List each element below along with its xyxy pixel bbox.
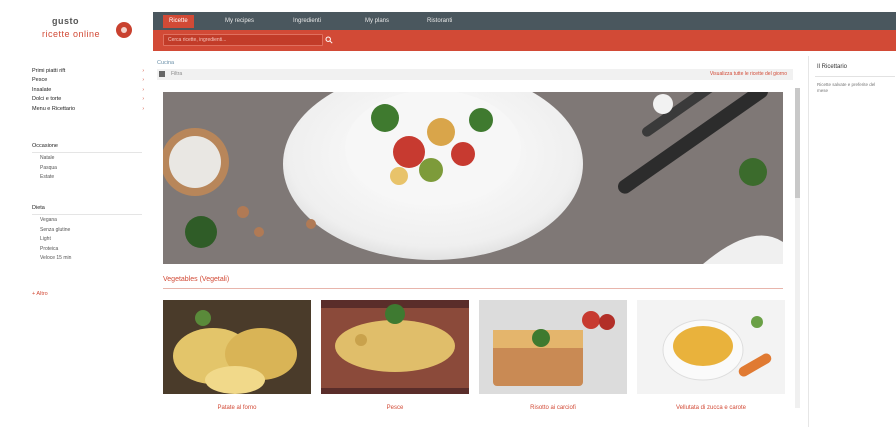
search-icon[interactable] (325, 36, 333, 44)
right-panel: Il Ricettario Ricette salvate e preferit… (808, 56, 896, 427)
sidebar-subitem[interactable]: Light (32, 236, 142, 246)
hero-image[interactable] (163, 92, 783, 264)
sidebar-section-diet: Dieta Vegana Senza glutine Light Proteic… (32, 205, 142, 265)
top-nav-bar: Ricette My recipes Ingredienti My plans … (153, 12, 896, 30)
recipe-card-caption[interactable]: Risotto ai carciofi (479, 404, 627, 412)
main-scrollbar[interactable] (795, 88, 800, 408)
recipe-card-image[interactable] (321, 300, 469, 394)
sidebar-more-link[interactable]: + Altro (32, 291, 48, 297)
section-divider (163, 288, 783, 289)
view-all-link[interactable]: Visualizza tutte le ricette del giorno (710, 71, 787, 77)
right-panel-title: Il Ricettario (817, 64, 848, 70)
tab-my-plans[interactable]: My plans (359, 15, 395, 28)
recipe-card[interactable]: Pesce (321, 300, 469, 412)
section-title: Vegetables (Vegetali) (163, 276, 230, 283)
tab-restaurants[interactable]: Ristoranti (421, 15, 458, 28)
recipe-card-caption[interactable]: Patate al forno (163, 404, 311, 412)
sidebar-subitem[interactable]: Senza glutine (32, 227, 142, 237)
recipe-card[interactable]: Patate al forno (163, 300, 311, 412)
recipe-card[interactable]: Risotto ai carciofi (479, 300, 627, 412)
sidebar-subitem[interactable]: Natale (32, 155, 142, 165)
sidebar-subitem[interactable]: Vegana (32, 217, 142, 227)
logo-bottom-text: ricette online (42, 29, 101, 39)
filter-label[interactable]: Filtra (171, 71, 182, 77)
recipe-card-image[interactable] (637, 300, 785, 394)
breadcrumb[interactable]: Cucina (157, 60, 174, 66)
sidebar-subitem[interactable]: Estate (32, 174, 142, 184)
sidebar-subitem[interactable]: Proteica (32, 246, 142, 256)
sidebar: gusto ricette online Primi piatti rift › … (0, 0, 150, 427)
sidebar-category-list: Primi piatti rift › Pesce › Insalate › Dolc… (32, 66, 144, 114)
recipe-card-image[interactable] (163, 300, 311, 394)
sidebar-section-title: Occasione (32, 143, 142, 153)
right-panel-divider (815, 76, 895, 77)
chevron-right-icon: › (142, 67, 144, 74)
main-content: Cucina Filtra Visualizza tutte le ricett… (153, 56, 798, 427)
sidebar-item[interactable]: Primi piatti rift › (32, 66, 144, 76)
tab-my-recipes[interactable]: My recipes (219, 15, 260, 28)
sidebar-item[interactable]: Insalate › (32, 85, 144, 95)
chevron-right-icon: › (142, 77, 144, 84)
sidebar-item[interactable]: Pesce › (32, 76, 144, 86)
recipe-card-caption[interactable]: Pesce (321, 404, 469, 412)
sidebar-section-title: Dieta (32, 205, 142, 215)
filter-icon[interactable] (159, 71, 165, 77)
recipe-card[interactable]: Vellutata di zucca e carote (637, 300, 785, 412)
chevron-right-icon: › (142, 105, 144, 112)
sidebar-item[interactable]: Menu e Ricettario › (32, 104, 144, 114)
search-input[interactable]: Cerca ricette, ingredienti... (163, 34, 323, 46)
logo[interactable]: gusto ricette online (30, 16, 132, 50)
sidebar-subitem[interactable]: Pasqua (32, 165, 142, 175)
tab-ingredients[interactable]: Ingredienti (287, 15, 327, 28)
sidebar-section-occasion: Occasione Natale Pasqua Estate (32, 143, 142, 184)
chevron-right-icon: › (142, 96, 144, 103)
chevron-right-icon: › (142, 86, 144, 93)
logo-top-text: gusto (52, 16, 79, 26)
search-bar-strip: Cerca ricette, ingredienti... (153, 30, 896, 51)
scrollbar-thumb[interactable] (795, 88, 800, 198)
recipe-card-image[interactable] (479, 300, 627, 394)
filter-row: Filtra Visualizza tutte le ricette del g… (157, 69, 793, 80)
right-panel-text: Ricette salvate e preferite del mese (817, 82, 876, 93)
sidebar-subitem[interactable]: Veloce 15 min (32, 255, 142, 265)
logo-mark-icon (116, 22, 132, 38)
tab-recipes[interactable]: Ricette (163, 15, 194, 28)
sidebar-item[interactable]: Dolci e torte › (32, 95, 144, 105)
recipe-card-caption[interactable]: Vellutata di zucca e carote (637, 404, 785, 412)
